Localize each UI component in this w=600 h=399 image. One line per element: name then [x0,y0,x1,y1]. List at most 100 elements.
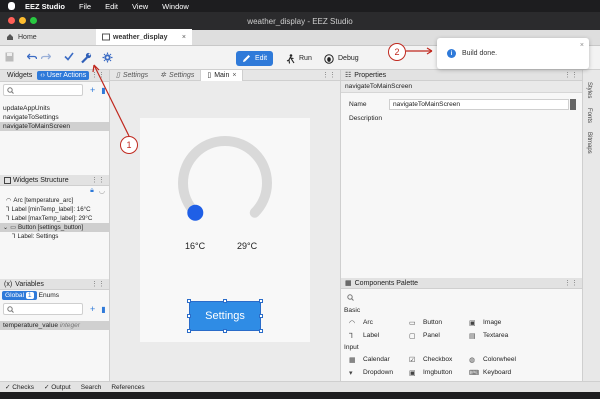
variables-search-input[interactable] [3,303,83,315]
eye-icon[interactable]: ◡ [99,187,105,195]
edit-mode-button[interactable]: Edit [236,51,274,66]
close-window-icon[interactable] [8,17,15,24]
build-notification[interactable]: i Build done. × [437,38,589,69]
palette-item-calendar[interactable]: ▦ Calendar [349,353,409,366]
resize-handle[interactable] [259,314,263,318]
panel-drag-handle-icon[interactable]: ⋮⋮ [564,279,578,287]
tab-widgets[interactable]: Widgets [4,71,35,80]
info-icon: i [447,49,456,58]
description-field[interactable] [389,113,569,124]
tab-home[interactable]: Home [0,29,96,45]
palette-item-arc[interactable]: ◠ Arc [349,316,409,329]
palette-item-label[interactable]: Ꞁ Label [349,329,409,342]
panel-drag-handle-icon[interactable]: ⋮⋮ [91,280,105,288]
palette-item-checkbox[interactable]: ☑ Checkbox [409,353,469,366]
delete-action-icon[interactable]: ▮ [101,86,105,95]
resize-handle[interactable] [223,329,227,333]
debug-mode-button[interactable]: Debug [318,51,365,66]
zoom-window-icon[interactable] [30,17,37,24]
list-item[interactable]: navigateToMainScreen [0,122,109,131]
list-item[interactable]: temperature_value integer [0,321,109,330]
palette-item-dropdown[interactable]: ▾ Dropdown [349,366,409,379]
tab-fonts[interactable]: Fonts [586,108,592,123]
palette-item-colorwheel[interactable]: ◍ Colorwheel [469,353,529,366]
name-field[interactable]: navigateToMainScreen [389,98,569,110]
add-action-icon[interactable]: + [90,85,95,95]
tab-settings-preview-2[interactable]: ✲ Settings [154,70,200,81]
list-item[interactable]: navigateToSettings [0,113,109,122]
global-count-badge: 1 [25,292,34,299]
palette-item-image[interactable]: ▣ Image [469,316,529,329]
lock-icon[interactable]: 🔒︎ [90,187,94,195]
search-tab[interactable]: Search [81,384,102,391]
checkbox-icon: ☑ [409,356,416,364]
apple-logo-icon[interactable] [8,2,15,10]
panel-drag-handle-icon[interactable]: ⋮⋮ [322,71,336,79]
resize-handle[interactable] [187,299,191,303]
structure-item[interactable]: ◠ Arc [temperature_arc] [0,196,109,205]
redo-icon[interactable] [41,52,51,61]
panel-drag-handle-icon[interactable]: ⋮⋮ [91,71,105,79]
palette-item-keyboard[interactable]: ⌨ Keyboard [469,366,529,379]
palette-item-panel[interactable]: ▢ Panel [409,329,469,342]
output-tab[interactable]: ✓ Output [44,383,71,391]
menu-app-name[interactable]: EEZ Studio [25,2,65,11]
palette-item-imgbutton[interactable]: ▣ Imgbutton [409,366,469,379]
close-notification-icon[interactable]: × [580,42,584,49]
list-item[interactable]: updateAppUnits [0,104,109,113]
structure-item[interactable]: ⌄ ▭ Button [settings_button] [0,223,109,232]
structure-item[interactable]: Ꞁ Label: Settings [0,232,109,241]
button-icon: ▭ [409,319,416,327]
add-variable-icon[interactable]: + [90,304,95,314]
checks-tab[interactable]: ✓ Checks [5,383,34,391]
edit-mode-label: Edit [255,55,268,62]
panel-drag-handle-icon[interactable]: ⋮⋮ [91,176,105,184]
references-tab[interactable]: References [111,384,144,391]
run-mode-button[interactable]: Run [280,51,318,66]
resize-handle[interactable] [223,299,227,303]
tab-enums[interactable]: Enums [39,292,60,299]
variables-title: Variables [15,280,44,288]
variables-icon: (x) [4,280,13,288]
delete-variable-icon[interactable]: ▮ [101,305,105,314]
save-icon[interactable] [5,52,14,62]
menu-view[interactable]: View [132,2,148,11]
pencil-icon [243,55,250,62]
tab-settings-preview-1[interactable]: ▯ Settings [110,70,154,81]
menu-window[interactable]: Window [162,2,189,11]
tab-weather-display[interactable]: weather_display × [96,29,192,45]
arc-knob[interactable] [187,204,204,221]
tab-bitmaps[interactable]: Bitmaps [586,132,592,154]
undo-icon[interactable] [27,52,37,61]
tab-user-actions[interactable]: ‹› User Actions [37,71,90,80]
resize-handle[interactable] [259,329,263,333]
menu-edit[interactable]: Edit [105,2,118,11]
panel-drag-handle-icon[interactable]: ⋮⋮ [564,71,578,79]
palette-search-input[interactable] [344,291,576,303]
resize-handle[interactable] [187,314,191,318]
check-icon[interactable] [64,52,74,61]
tab-main[interactable]: ▯ Main × [200,69,244,81]
minimize-window-icon[interactable] [19,17,26,24]
label-icon: Ꞁ [6,206,10,213]
settings-gear-icon[interactable] [102,52,113,63]
close-tab-icon[interactable]: × [232,72,236,79]
close-tab-icon[interactable]: × [182,34,186,41]
tab-styles[interactable]: Styles [586,82,592,98]
structure-item[interactable]: Ꞁ Label [minTemp_label]: 16°C [0,205,109,214]
tab-global[interactable]: Global 1 [2,291,37,300]
resize-handle[interactable] [259,299,263,303]
resize-handle[interactable] [187,329,191,333]
actions-search-input[interactable] [3,84,83,96]
menu-file[interactable]: File [79,2,91,11]
settings-button-widget[interactable]: Settings [189,301,261,331]
structure-item[interactable]: Ꞁ Label [maxTemp_label]: 29°C [0,214,109,223]
temperature-arc[interactable] [165,128,285,238]
macos-menubar: EEZ Studio File Edit View Window [0,0,600,12]
palette-item-button[interactable]: ▭ Button [409,316,469,329]
more-options-icon[interactable] [570,98,576,110]
actions-search-row: + ▮ [0,82,109,98]
chevron-down-icon: ⌄ [3,224,9,231]
build-wrench-icon[interactable] [80,52,92,64]
palette-item-textarea[interactable]: ▤ Textarea [469,329,529,342]
